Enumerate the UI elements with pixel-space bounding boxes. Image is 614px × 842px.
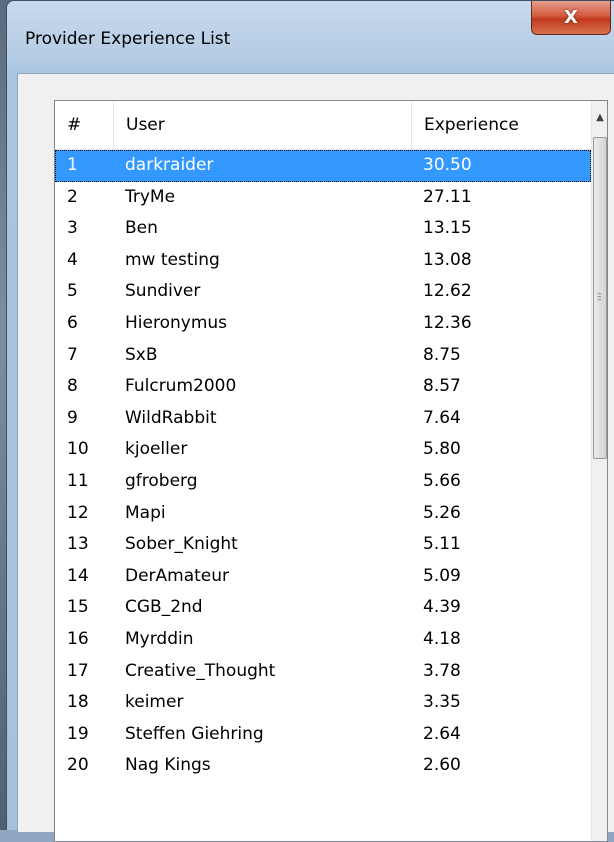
table-row[interactable]: 10 kjoeller 5.80 bbox=[55, 434, 591, 466]
table-row[interactable]: 16 Myrddin 4.18 bbox=[55, 624, 591, 656]
row-user: WildRabbit bbox=[125, 407, 217, 428]
vertical-scrollbar[interactable]: ▲ – – – bbox=[591, 101, 607, 841]
row-user: Sober_Knight bbox=[125, 534, 238, 555]
row-user: Myrddin bbox=[125, 628, 194, 649]
row-number: 3 bbox=[67, 218, 78, 239]
row-experience: 12.62 bbox=[423, 281, 472, 302]
window-title: Provider Experience List bbox=[25, 29, 231, 49]
row-number: 13 bbox=[67, 534, 89, 555]
row-number: 19 bbox=[67, 723, 89, 744]
row-experience: 13.15 bbox=[423, 218, 472, 239]
column-header-number[interactable]: # bbox=[55, 101, 113, 149]
row-experience: 2.60 bbox=[423, 755, 461, 776]
row-user: keimer bbox=[125, 692, 184, 713]
table-row[interactable]: 11 gfroberg 5.66 bbox=[55, 466, 591, 498]
row-experience: 3.35 bbox=[423, 692, 461, 713]
row-number: 5 bbox=[67, 281, 78, 302]
row-experience: 4.18 bbox=[423, 628, 461, 649]
row-user: Hieronymus bbox=[125, 312, 228, 333]
list-header: # User Experience bbox=[55, 101, 591, 150]
row-user: kjoeller bbox=[125, 439, 188, 460]
row-experience: 8.75 bbox=[423, 344, 461, 365]
row-experience: 5.09 bbox=[423, 565, 461, 586]
experience-list-view[interactable]: # User Experience 1 darkraider 30.50 2 TryMe… bbox=[54, 100, 608, 842]
scrollbar-grip-icon: – – – bbox=[597, 289, 602, 305]
table-row[interactable]: 17 Creative_Thought 3.78 bbox=[55, 656, 591, 688]
row-user: Mapi bbox=[125, 502, 166, 523]
table-row[interactable]: 14 DerAmateur 5.09 bbox=[55, 561, 591, 593]
row-number: 4 bbox=[67, 249, 78, 270]
row-user: gfroberg bbox=[125, 470, 198, 491]
row-experience: 5.80 bbox=[423, 439, 461, 460]
title-bar[interactable]: Provider Experience List X bbox=[7, 1, 614, 73]
scrollbar-thumb[interactable]: – – – bbox=[593, 137, 607, 459]
row-user: Creative_Thought bbox=[125, 660, 276, 681]
table-row[interactable]: 7 SxB 8.75 bbox=[55, 340, 591, 372]
row-experience: 3.78 bbox=[423, 660, 461, 681]
table-row[interactable]: 12 Mapi 5.26 bbox=[55, 498, 591, 530]
table-row[interactable]: 3 Ben 13.15 bbox=[55, 213, 591, 245]
row-user: CGB_2nd bbox=[125, 597, 203, 618]
row-experience: 5.11 bbox=[423, 534, 461, 555]
row-number: 20 bbox=[67, 755, 89, 776]
provider-experience-window: Provider Experience List X # User Experi… bbox=[6, 0, 614, 842]
row-number: 12 bbox=[67, 502, 89, 523]
table-row[interactable]: 13 Sober_Knight 5.11 bbox=[55, 529, 591, 561]
table-row[interactable]: 15 CGB_2nd 4.39 bbox=[55, 592, 591, 624]
row-experience: 2.64 bbox=[423, 723, 461, 744]
row-number: 18 bbox=[67, 692, 89, 713]
row-experience: 4.39 bbox=[423, 597, 461, 618]
row-experience: 7.64 bbox=[423, 407, 461, 428]
row-number: 10 bbox=[67, 439, 89, 460]
row-number: 15 bbox=[67, 597, 89, 618]
row-number: 16 bbox=[67, 628, 89, 649]
row-experience: 5.66 bbox=[423, 470, 461, 491]
row-experience: 30.50 bbox=[423, 155, 472, 175]
row-user: SxB bbox=[125, 344, 158, 365]
table-row[interactable]: 5 Sundiver 12.62 bbox=[55, 276, 591, 308]
row-user: mw testing bbox=[125, 249, 220, 270]
table-row[interactable]: 2 TryMe 27.11 bbox=[55, 182, 591, 214]
row-experience: 5.26 bbox=[423, 502, 461, 523]
table-row[interactable]: 8 Fulcrum2000 8.57 bbox=[55, 371, 591, 403]
row-number: 14 bbox=[67, 565, 89, 586]
row-number: 17 bbox=[67, 660, 89, 681]
row-experience: 27.11 bbox=[423, 186, 472, 207]
row-user: Ben bbox=[125, 218, 158, 239]
table-row[interactable]: 4 mw testing 13.08 bbox=[55, 245, 591, 277]
row-user: Steffen Giehring bbox=[125, 723, 264, 744]
row-number: 1 bbox=[67, 155, 78, 175]
row-number: 9 bbox=[67, 407, 78, 428]
close-icon: X bbox=[564, 7, 578, 28]
row-experience: 8.57 bbox=[423, 376, 461, 397]
row-user: TryMe bbox=[125, 186, 176, 207]
row-user: darkraider bbox=[125, 155, 214, 175]
close-button[interactable]: X bbox=[531, 1, 611, 35]
row-user: Sundiver bbox=[125, 281, 201, 302]
column-header-user[interactable]: User bbox=[113, 101, 411, 149]
row-user: Fulcrum2000 bbox=[125, 376, 237, 397]
table-row[interactable]: 1 darkraider 30.50 bbox=[55, 150, 591, 182]
row-experience: 13.08 bbox=[423, 249, 472, 270]
row-user: DerAmateur bbox=[125, 565, 230, 586]
row-number: 11 bbox=[67, 470, 89, 491]
row-number: 6 bbox=[67, 312, 78, 333]
row-number: 2 bbox=[67, 186, 78, 207]
table-row[interactable]: 9 WildRabbit 7.64 bbox=[55, 403, 591, 435]
scroll-up-arrow-icon[interactable]: ▲ bbox=[592, 101, 607, 133]
row-user: Nag Kings bbox=[125, 755, 211, 776]
table-row[interactable]: 6 Hieronymus 12.36 bbox=[55, 308, 591, 340]
column-header-experience[interactable]: Experience bbox=[411, 101, 591, 149]
row-experience: 12.36 bbox=[423, 312, 472, 333]
row-number: 7 bbox=[67, 344, 78, 365]
row-number: 8 bbox=[67, 376, 78, 397]
table-row[interactable]: 20 Nag Kings 2.60 bbox=[55, 750, 591, 782]
dialog-client-area: # User Experience 1 darkraider 30.50 2 TryMe… bbox=[17, 73, 614, 842]
list-rows: 1 darkraider 30.50 2 TryMe 27.11 3 Ben 13.15 4 mw … bbox=[55, 150, 591, 782]
table-row[interactable]: 19 Steffen Giehring 2.64 bbox=[55, 719, 591, 751]
table-row[interactable]: 18 keimer 3.35 bbox=[55, 687, 591, 719]
